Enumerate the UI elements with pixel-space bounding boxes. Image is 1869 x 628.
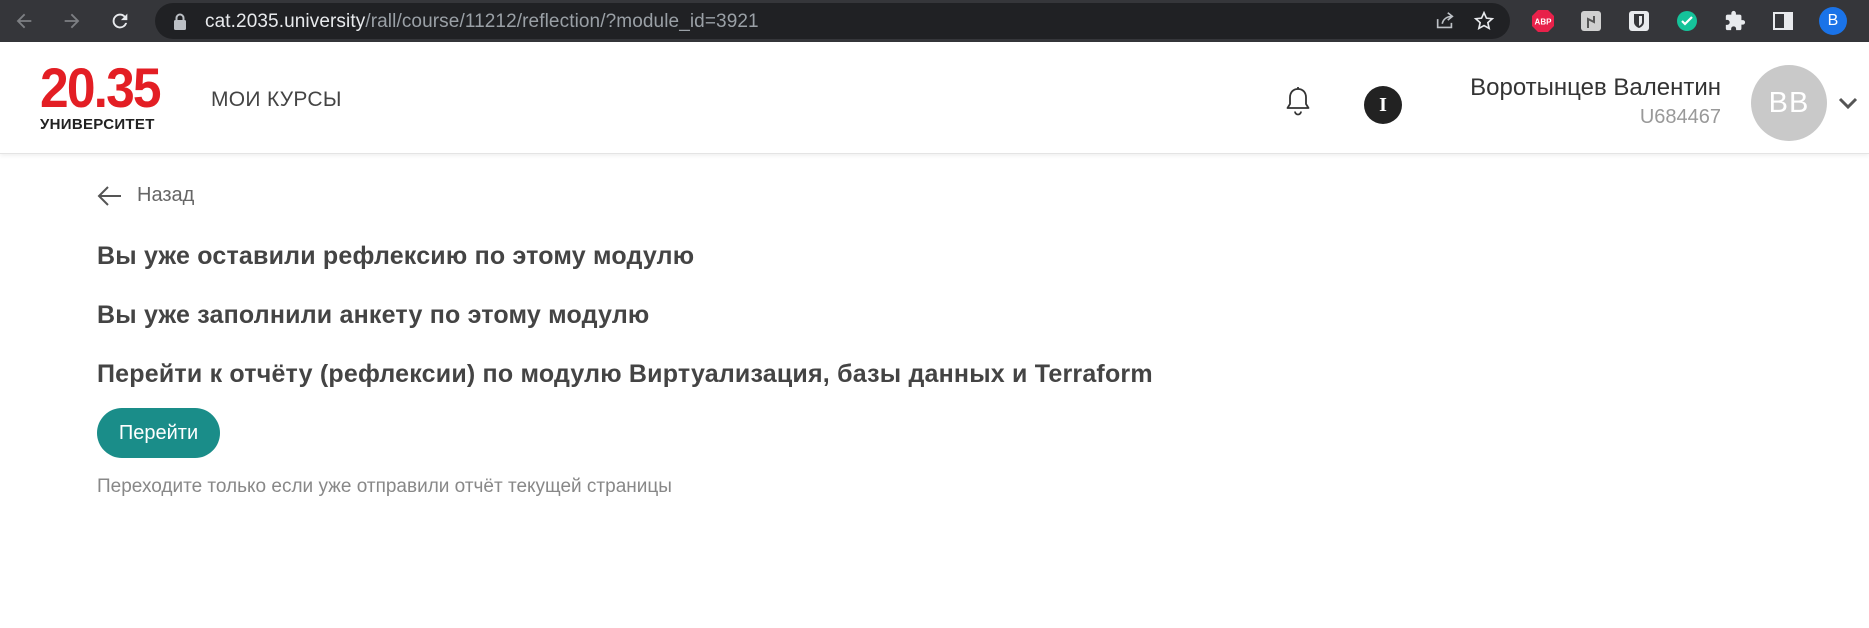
adblock-extension-icon[interactable]: ABP [1531,9,1555,33]
go-to-report-button[interactable]: Перейти [97,408,220,458]
arrow-right-icon [64,13,80,29]
reload-button[interactable] [102,3,138,39]
url-text: cat.2035.university/rall/course/11212/re… [205,11,759,32]
reflection-done-message: Вы уже оставили рефлексию по этому модул… [97,242,695,270]
survey-done-message: Вы уже заполнили анкету по этому модулю [97,301,650,329]
reload-icon [112,13,128,29]
arrow-left-icon [16,13,32,29]
university-logo[interactable]: 20.35 УНИВЕРСИТЕТ [40,56,170,134]
chevron-down-icon[interactable] [1837,94,1859,112]
arrow-left-icon [97,185,121,206]
puzzle-extensions-icon[interactable] [1723,9,1747,33]
nav-my-courses[interactable]: МОИ КУРСЫ [211,88,342,112]
avatar[interactable]: ВВ [1751,65,1827,141]
grammar-extension-icon[interactable] [1675,9,1699,33]
share-icon[interactable] [1434,10,1456,32]
browser-toolbar: cat.2035.university/rall/course/11212/re… [0,0,1869,42]
bookmark-star-icon[interactable] [1473,10,1495,32]
bitwarden-extension-icon[interactable] [1627,9,1651,33]
user-id: U684467 [1639,106,1721,128]
back-nav-button[interactable] [6,3,42,39]
address-bar[interactable]: cat.2035.university/rall/course/11212/re… [155,3,1510,39]
profile-icon[interactable]: B [1819,7,1847,35]
user-name[interactable]: Воротынцев Валентин [1470,74,1721,102]
goto-report-heading: Перейти к отчёту (рефлексии) по модулю В… [97,360,1153,388]
lock-icon [174,13,186,30]
back-link[interactable]: Назад [97,184,194,207]
screenshot-extension-icon[interactable] [1579,9,1603,33]
info-icon[interactable]: I [1364,86,1402,124]
forward-nav-button[interactable] [54,3,90,39]
logo-number: 20.35 [40,56,162,119]
back-link-label: Назад [137,184,195,206]
svg-text:ABP: ABP [1535,18,1553,27]
site-header: 20.35 УНИВЕРСИТЕТ МОИ КУРСЫ I Воротынцев… [0,42,1869,154]
bell-icon[interactable] [1283,85,1313,117]
hint-text: Переходите только если уже отправили отч… [97,476,672,497]
side-panel-icon[interactable] [1771,9,1795,33]
